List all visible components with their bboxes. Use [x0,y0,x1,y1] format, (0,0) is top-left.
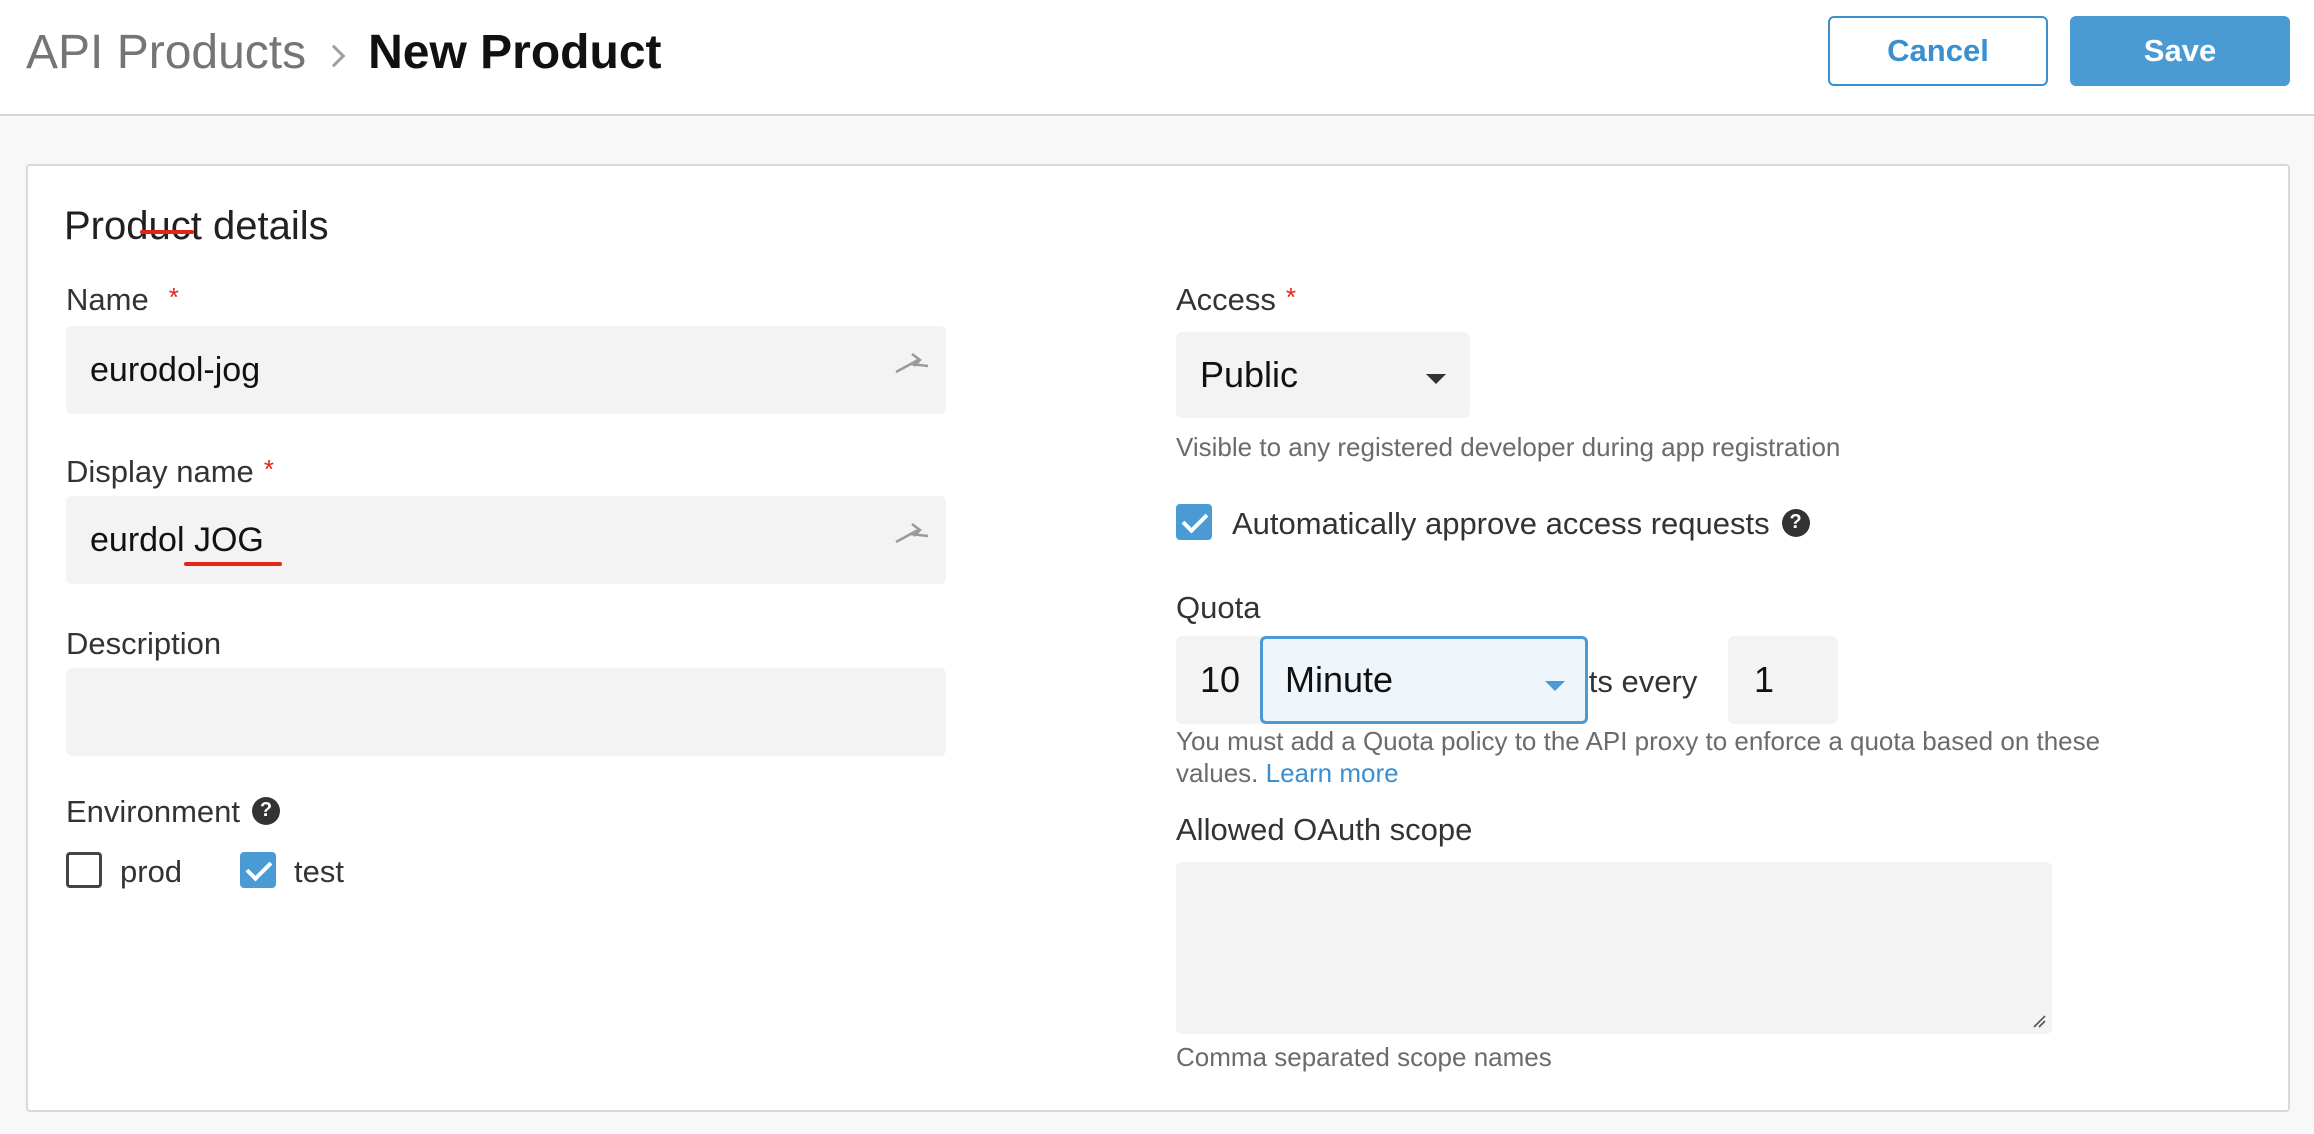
env-prod-label: prod [120,854,183,889]
auto-approve-label: Automatically approve access requests? [1232,506,1810,542]
save-button[interactable]: Save [2070,16,2290,86]
page-header: API Products New Product Cancel Save [0,0,2314,116]
chevron-down-icon [1426,374,1446,384]
auto-approve-label-text: Automatically approve access requests [1232,506,1770,541]
card-title: Product details [64,204,329,248]
learn-more-link[interactable]: Learn more [1266,758,1399,788]
required-marker: * [1285,282,1297,312]
quota-label: Quota [1176,590,1261,625]
help-icon[interactable]: ? [252,796,281,825]
breadcrumb-api-products[interactable]: API Products [26,25,306,80]
access-hint: Visible to any registered developer duri… [1176,432,1841,462]
oauth-scope-label: Allowed OAuth scope [1176,812,1473,847]
chevron-down-icon [1545,681,1565,691]
access-select-value: Public [1200,354,1299,395]
access-label: Access * [1176,282,1296,318]
access-label-text: Access [1176,282,1276,317]
oauth-scope-hint: Comma separated scope names [1176,1042,1552,1072]
quota-hint-line2: values. Learn more [1176,758,1399,789]
product-details-card: Product details Name * eurodol-jog Displa… [26,164,2290,1112]
display-name-label: Display name * [66,454,274,490]
quota-hint-text: values. [1176,758,1259,788]
quota-interval-value: 1 [1754,659,1775,700]
chevron-right-icon [322,44,346,68]
access-select[interactable]: Public [1176,332,1470,418]
display-name-label-text: Display name [66,454,254,489]
env-test-label: test [294,854,344,889]
name-input-value: eurodol-jog [90,350,261,389]
spellcheck-underline [140,230,194,234]
quota-interval-input[interactable]: 1 [1728,636,1838,724]
environment-label-text: Environment [66,794,241,829]
autofill-key-icon[interactable] [892,352,932,376]
quota-hint-line1: You must add a Quota policy to the API p… [1176,726,2101,756]
page-title: New Product [368,25,662,79]
resize-handle-icon[interactable] [2032,1014,2046,1028]
autofill-key-icon[interactable] [892,522,932,546]
spellcheck-underline [184,562,282,566]
name-label: Name * [66,282,179,318]
oauth-scope-textarea[interactable] [1176,862,2052,1034]
auto-approve-checkbox[interactable] [1176,504,1212,540]
description-input[interactable] [66,668,946,756]
help-icon[interactable]: ? [1781,508,1810,537]
env-prod-checkbox[interactable] [66,852,102,888]
quota-requests-value: 10 [1200,659,1241,700]
cancel-button[interactable]: Cancel [1828,16,2048,86]
description-label: Description [66,626,222,661]
required-marker: * [263,454,274,484]
quota-unit-value: Minute [1285,659,1394,700]
display-name-input[interactable]: eurdol JOG [66,496,946,584]
quota-unit-select[interactable]: Minute [1260,636,1588,724]
display-name-input-value: eurdol JOG [90,520,264,559]
environment-label: Environment? [66,794,281,830]
breadcrumb: API Products New Product [26,22,662,82]
required-marker: * [168,282,179,312]
name-input[interactable]: eurodol-jog [66,230,946,414]
env-test-checkbox[interactable] [240,852,276,888]
name-label-text: Name [66,282,149,317]
